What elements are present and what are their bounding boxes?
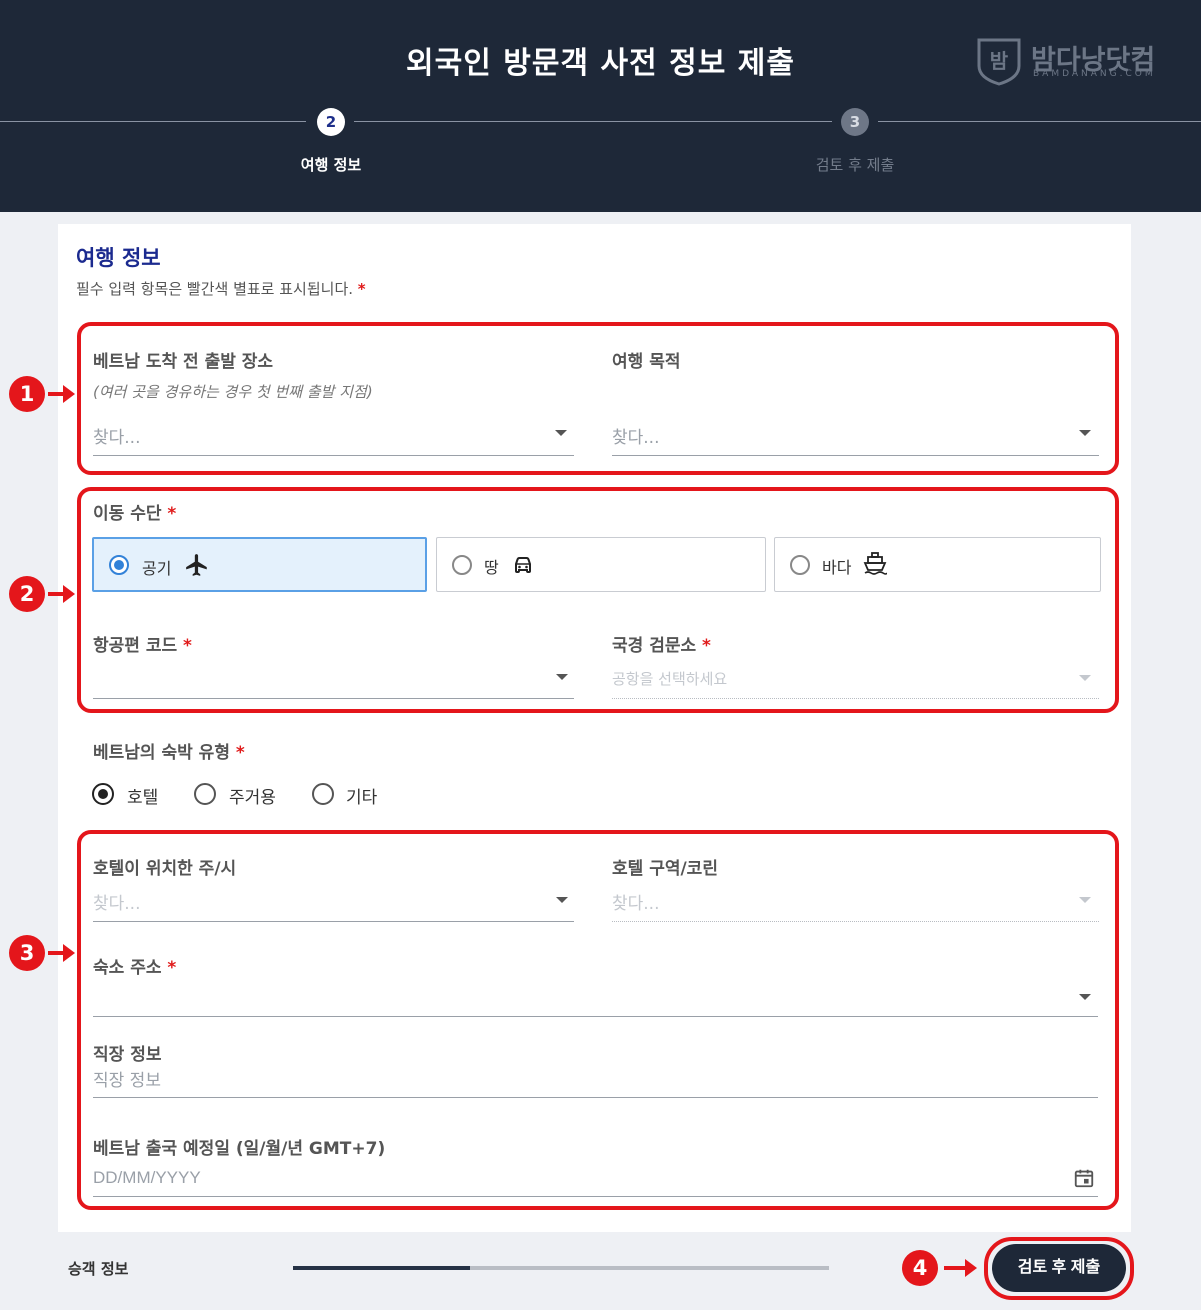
required-star: * xyxy=(357,280,366,298)
site-logo[interactable]: 밤 밤다낭닷컴 BAMDANANG.COM xyxy=(975,36,1160,86)
annotation-arrow-1 xyxy=(48,385,75,403)
step-3-indicator[interactable]: 3 xyxy=(841,108,869,136)
accommodation-option-hotel[interactable]: 호텔 xyxy=(127,783,158,808)
step-2-indicator[interactable]: 2 xyxy=(317,108,345,136)
review-submit-button[interactable]: 검토 후 제출 xyxy=(992,1244,1126,1292)
logo-subtext: BAMDANANG.COM xyxy=(1033,69,1156,79)
progress-bar-fill xyxy=(293,1266,470,1270)
annotation-badge-2: 2 xyxy=(9,576,45,612)
required-note: 필수 입력 항목은 빨간색 별표로 표시됩니다. * xyxy=(76,278,366,299)
accommodation-radio-hotel[interactable] xyxy=(92,783,114,805)
step-2-label[interactable]: 여행 정보 xyxy=(251,154,411,175)
annotation-arrow-2 xyxy=(48,585,75,603)
annotation-arrow-4 xyxy=(944,1259,977,1277)
annotation-box-3 xyxy=(77,830,1119,1210)
logo-mark-text: 밤 xyxy=(990,49,1009,73)
annotation-arrow-3 xyxy=(48,944,75,962)
accommodation-radio-residential[interactable] xyxy=(194,783,216,805)
stepper-line xyxy=(878,121,1201,122)
accommodation-option-other[interactable]: 기타 xyxy=(346,783,377,808)
step-3-label[interactable]: 검토 후 제출 xyxy=(775,154,935,175)
section-title: 여행 정보 xyxy=(76,246,161,270)
annotation-badge-3: 3 xyxy=(9,935,45,971)
required-star: * xyxy=(235,743,245,763)
accommodation-radio-other[interactable] xyxy=(312,783,334,805)
annotation-box-1 xyxy=(77,322,1119,475)
accommodation-option-residential[interactable]: 주거용 xyxy=(229,783,276,808)
annotation-badge-4: 4 xyxy=(902,1250,938,1286)
required-note-text: 필수 입력 항목은 빨간색 별표로 표시됩니다. xyxy=(76,280,354,298)
annotation-box-2 xyxy=(77,487,1119,713)
previous-step-link[interactable]: 승객 정보 xyxy=(68,1258,128,1279)
shield-logo-icon: 밤 xyxy=(977,38,1021,86)
progress-bar xyxy=(293,1266,829,1270)
accommodation-type-label-text: 베트남의 숙박 유형 xyxy=(93,743,230,763)
annotation-badge-1: 1 xyxy=(9,376,45,412)
accommodation-type-label: 베트남의 숙박 유형 * xyxy=(93,738,245,763)
page-header: 외국인 방문객 사전 정보 제출 밤 밤다낭닷컴 BAMDANANG.COM 2… xyxy=(0,0,1201,212)
stepper-line xyxy=(354,121,832,122)
stepper-line xyxy=(0,121,306,122)
